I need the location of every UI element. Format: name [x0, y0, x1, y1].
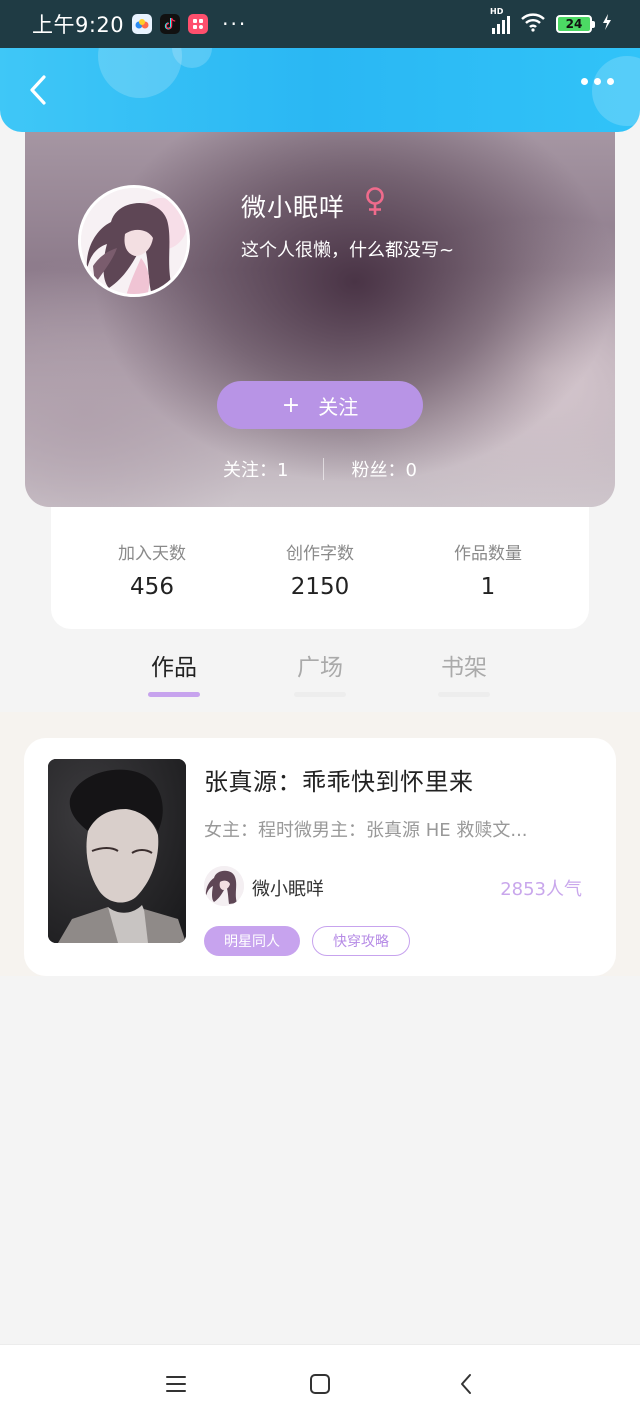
popularity-count: 2853人气 [500, 879, 582, 900]
more-options-button[interactable] [581, 78, 614, 85]
stats-card: 加入天数 456 创作字数 2150 作品数量 1 [51, 507, 589, 629]
status-indicators: HD 24 [490, 7, 612, 36]
tab-label: 广场 [297, 655, 343, 681]
menu-icon [166, 1376, 186, 1392]
tab-label: 书架 [441, 655, 487, 681]
tab-indicator [438, 692, 490, 697]
author-name: 微小眠咩 [252, 879, 324, 900]
back-button[interactable] [18, 70, 58, 110]
baidu-netdisk-icon [132, 14, 153, 34]
douyin-icon [160, 14, 181, 34]
user-nickname: 微小眠咩 [241, 193, 346, 222]
stat-value: 456 [130, 574, 174, 600]
tab-indicator [148, 692, 200, 697]
system-nav-bar [0, 1344, 640, 1422]
status-more-icon: ··· [222, 12, 248, 36]
follow-button-label: 关注 [318, 394, 359, 419]
list-item[interactable]: 张真源：乖乖快到怀里来 女主：程时微男主：张真源 HE 救赎文... 微小眠咩 … [24, 738, 616, 976]
author-avatar [204, 866, 244, 906]
following-count[interactable]: 关注：1 [223, 456, 288, 482]
more-dots-icon [581, 78, 588, 85]
tab-indicator [294, 692, 346, 697]
stat-label: 作品数量 [454, 544, 522, 564]
plus-icon: + [281, 392, 301, 418]
chevron-left-icon [30, 75, 46, 105]
signal-icon: HD [490, 7, 510, 34]
status-time: 上午9:20 [32, 13, 125, 37]
book-cover[interactable] [48, 759, 186, 943]
stat-label: 加入天数 [118, 544, 186, 564]
tab-works[interactable]: 作品 [148, 648, 200, 697]
female-icon [363, 186, 387, 220]
user-bio: 这个人很懒，什么都没写~ [241, 240, 455, 261]
tab-bookshelf[interactable]: 书架 [438, 648, 490, 697]
tab-label: 作品 [151, 655, 197, 681]
book-title[interactable]: 张真源：乖乖快到怀里来 [204, 762, 474, 797]
home-square-icon [310, 1374, 330, 1394]
stat-join-days: 加入天数 456 [87, 539, 217, 629]
tag-badge[interactable]: 快穿攻略 [312, 926, 410, 956]
back-triangle-icon [461, 1374, 471, 1394]
stat-works-count: 作品数量 1 [423, 539, 553, 629]
follow-button[interactable]: + 关注 [217, 381, 423, 429]
status-app-icons [132, 14, 209, 34]
battery-level: 24 [565, 17, 583, 31]
tag-badge[interactable]: 明星同人 [204, 926, 300, 956]
home-button[interactable] [305, 1369, 335, 1399]
avatar[interactable] [78, 185, 190, 297]
top-nav-bar [0, 48, 640, 132]
stat-label: 创作字数 [286, 544, 354, 564]
tab-plaza[interactable]: 广场 [294, 648, 346, 697]
app-icon [188, 14, 209, 34]
stat-value: 1 [480, 574, 496, 600]
book-description: 女主：程时微男主：张真源 HE 救赎文... [204, 820, 528, 841]
battery-icon: 24 [556, 15, 595, 33]
status-bar: 上午9:20 ··· HD 24 [0, 0, 640, 48]
menu-button[interactable] [161, 1369, 191, 1399]
follow-stats: 关注：1 粉丝：0 [25, 456, 615, 482]
system-back-button[interactable] [451, 1369, 481, 1399]
charging-icon [602, 14, 612, 34]
stat-word-count: 创作字数 2150 [255, 539, 385, 629]
fans-count[interactable]: 粉丝：0 [352, 456, 417, 482]
network-label: HD [490, 7, 504, 16]
stat-value: 2150 [290, 574, 350, 600]
wifi-icon [520, 12, 546, 36]
profile-header: 微小眠咩 这个人很懒，什么都没写~ + 关注 关注：1 粉丝：0 [25, 112, 615, 507]
divider [322, 458, 324, 480]
works-list: 张真源：乖乖快到怀里来 女主：程时微男主：张真源 HE 救赎文... 微小眠咩 … [0, 712, 640, 976]
profile-tabs: 作品 广场 书架 [0, 640, 640, 712]
